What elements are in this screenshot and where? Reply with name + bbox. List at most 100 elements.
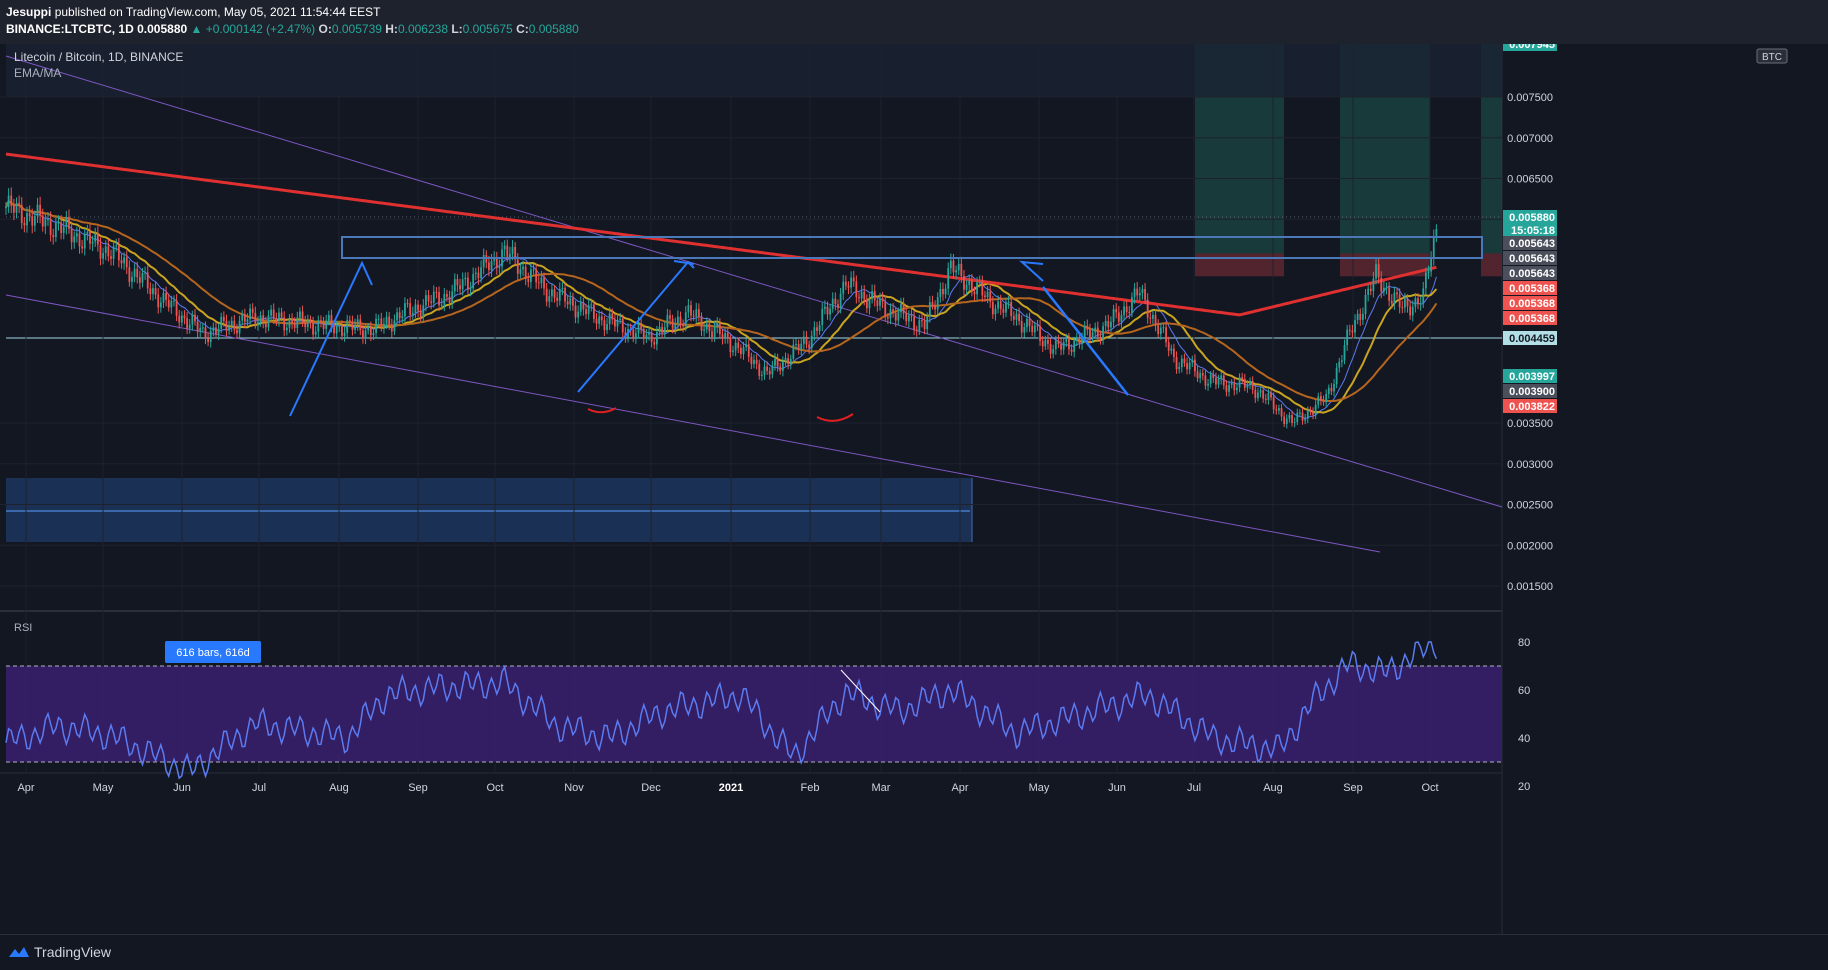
candle-body <box>621 318 624 333</box>
candle-body <box>1288 415 1291 419</box>
candle-body <box>566 301 569 305</box>
upper-shade <box>6 44 1502 97</box>
candle-body <box>1293 421 1296 423</box>
candle-body <box>1167 342 1170 351</box>
candle-body <box>855 281 858 297</box>
candle-body <box>648 332 650 335</box>
price-label: 0.005643 <box>1509 253 1555 265</box>
candle-body <box>957 263 960 271</box>
candle-body <box>1220 375 1223 380</box>
rsi-tick-label: 40 <box>1518 733 1530 745</box>
candle-body <box>196 321 199 332</box>
candle-body <box>498 266 501 268</box>
candle-body <box>131 276 133 282</box>
candle-body <box>1062 342 1065 350</box>
candle-body <box>742 347 745 355</box>
candle-body <box>981 282 984 296</box>
candle-body <box>989 291 992 302</box>
candle-body <box>233 320 236 330</box>
candle-body <box>952 260 955 273</box>
candle-body <box>47 219 49 221</box>
candle-body <box>138 277 141 283</box>
candle-body <box>593 304 595 319</box>
candle-body <box>351 321 354 330</box>
time-tick-label: Jun <box>1108 782 1126 794</box>
tradingview-logo-icon[interactable] <box>8 945 30 959</box>
candle-body <box>28 213 31 217</box>
candle-body <box>1228 384 1230 392</box>
candle-body <box>569 298 572 305</box>
indicator-label[interactable]: EMA/MA <box>14 66 61 80</box>
candle-body <box>1341 360 1343 362</box>
candle-body <box>503 245 506 250</box>
candle-body <box>141 272 144 283</box>
candle-body <box>338 325 341 327</box>
candle-body <box>850 277 853 288</box>
candle-body <box>737 342 740 348</box>
symbol-label[interactable]: BINANCE:LTCBTC, 1D <box>6 22 134 36</box>
candle-body <box>296 317 299 329</box>
candle-body <box>409 303 412 315</box>
candle-body <box>963 276 965 290</box>
candle-body <box>1338 361 1341 368</box>
candle-body <box>1201 373 1204 376</box>
price-label: 0.004459 <box>1509 333 1555 345</box>
candle-body <box>1380 277 1383 292</box>
footer-brand[interactable]: TradingView <box>34 944 111 960</box>
candle-body <box>1335 367 1338 385</box>
candle-body <box>1010 302 1013 317</box>
candle-body <box>608 313 611 325</box>
candle-body <box>1204 375 1207 386</box>
candle-body <box>285 327 288 331</box>
candle-body <box>810 335 813 349</box>
candle-body <box>661 326 664 333</box>
price-label: 0.005643 <box>1509 268 1555 280</box>
candle-body <box>808 344 811 349</box>
candle-body <box>1291 415 1293 423</box>
candle-body <box>1194 359 1196 372</box>
candle-body <box>1049 343 1052 354</box>
candle-body <box>1430 258 1433 272</box>
time-tick-label: Aug <box>329 782 349 794</box>
currency-label: BTC <box>1762 52 1782 63</box>
candle-body <box>1388 287 1391 301</box>
candle-body <box>128 267 131 282</box>
candle-body <box>341 325 343 336</box>
candle-body <box>784 358 787 362</box>
candle-body <box>598 316 601 324</box>
close-value: 0.005880 <box>528 22 579 36</box>
candle-body <box>902 303 905 314</box>
candle-body <box>548 296 551 302</box>
candle-body <box>18 203 21 206</box>
candle-body <box>372 332 375 336</box>
candle-body <box>191 314 194 325</box>
candle-body <box>222 316 225 321</box>
candle-body <box>152 288 154 295</box>
candle-body <box>1301 412 1304 421</box>
candle-body <box>1280 408 1283 417</box>
candle-body <box>913 316 915 330</box>
candle-body <box>1180 358 1183 368</box>
candle-body <box>999 301 1002 310</box>
candle-body <box>755 359 758 364</box>
candle-body <box>1361 313 1364 320</box>
author-name[interactable]: Jesuppi <box>6 5 51 19</box>
candle-body <box>401 316 404 319</box>
candle-body <box>572 298 574 306</box>
candle-body <box>579 302 582 312</box>
candle-body <box>398 312 401 319</box>
price-label: 0.003997 <box>1509 371 1555 383</box>
chart-canvas[interactable]: Apr May Jun Jul Aug Sep Oct Nov Dec 2021 Feb Mar Apr… <box>0 44 1828 934</box>
candle-body <box>1417 298 1419 305</box>
candle-body <box>587 305 590 315</box>
candle-body <box>96 233 99 245</box>
time-tick-label: Jul <box>1187 782 1201 794</box>
candle-body <box>708 323 711 332</box>
candle-body <box>802 336 805 344</box>
candle-body <box>519 269 522 274</box>
candle-body <box>393 320 396 332</box>
candle-body <box>921 320 923 322</box>
candle-body <box>461 279 464 290</box>
rsi-label[interactable]: RSI <box>14 622 32 634</box>
candle-body <box>348 320 351 322</box>
